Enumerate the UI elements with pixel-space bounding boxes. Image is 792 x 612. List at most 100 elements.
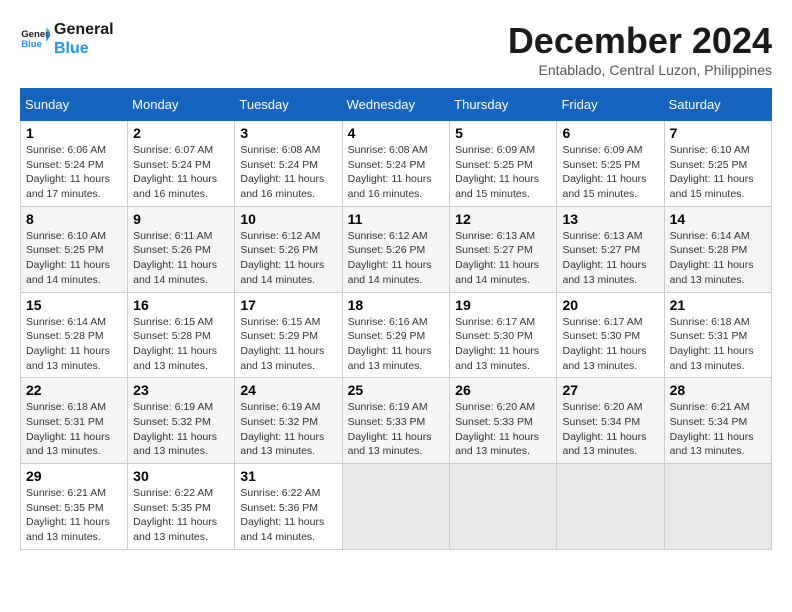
weekday-header-friday: Friday bbox=[557, 89, 664, 121]
day-number: 18 bbox=[348, 297, 445, 313]
day-info: Sunrise: 6:08 AMSunset: 5:24 PMDaylight:… bbox=[348, 143, 445, 202]
calendar-cell: 18 Sunrise: 6:16 AMSunset: 5:29 PMDayligh… bbox=[342, 292, 450, 378]
day-number: 12 bbox=[455, 211, 551, 227]
day-number: 16 bbox=[133, 297, 229, 313]
calendar-cell: 13 Sunrise: 6:13 AMSunset: 5:27 PMDayligh… bbox=[557, 206, 664, 292]
calendar-cell: 9Sunrise: 6:11 AMSunset: 5:26 PMDaylight… bbox=[128, 206, 235, 292]
day-number: 27 bbox=[562, 382, 658, 398]
day-number: 24 bbox=[240, 382, 336, 398]
day-info: Sunrise: 6:19 AMSunset: 5:32 PMDaylight:… bbox=[240, 400, 336, 459]
day-info: Sunrise: 6:06 AMSunset: 5:24 PMDaylight:… bbox=[26, 143, 122, 202]
day-number: 7 bbox=[670, 125, 766, 141]
page-header: General Blue General Blue December 2024 … bbox=[20, 20, 772, 78]
day-info: Sunrise: 6:18 AMSunset: 5:31 PMDaylight:… bbox=[26, 400, 122, 459]
weekday-header-monday: Monday bbox=[128, 89, 235, 121]
calendar-cell: 5 Sunrise: 6:09 AMSunset: 5:25 PMDaylight… bbox=[450, 121, 557, 207]
calendar-cell: 12Sunrise: 6:13 AMSunset: 5:27 PMDayligh… bbox=[450, 206, 557, 292]
calendar-cell: 1 Sunrise: 6:06 AMSunset: 5:24 PMDaylight… bbox=[21, 121, 128, 207]
calendar-cell: 19 Sunrise: 6:17 AMSunset: 5:30 PMDayligh… bbox=[450, 292, 557, 378]
day-number: 1 bbox=[26, 125, 122, 141]
day-info: Sunrise: 6:14 AMSunset: 5:28 PMDaylight:… bbox=[26, 315, 122, 374]
day-number: 13 bbox=[562, 211, 658, 227]
calendar-cell bbox=[664, 464, 771, 550]
day-info: Sunrise: 6:10 AMSunset: 5:25 PMDaylight:… bbox=[670, 143, 766, 202]
day-number: 29 bbox=[26, 468, 122, 484]
day-number: 30 bbox=[133, 468, 229, 484]
day-number: 10 bbox=[240, 211, 336, 227]
calendar-cell: 16Sunrise: 6:15 AMSunset: 5:28 PMDayligh… bbox=[128, 292, 235, 378]
calendar-table: SundayMondayTuesdayWednesdayThursdayFrid… bbox=[20, 88, 772, 550]
day-info: Sunrise: 6:21 AMSunset: 5:34 PMDaylight:… bbox=[670, 400, 766, 459]
calendar-cell: 11 Sunrise: 6:12 AMSunset: 5:26 PMDayligh… bbox=[342, 206, 450, 292]
calendar-week-3: 15 Sunrise: 6:14 AMSunset: 5:28 PMDayligh… bbox=[21, 292, 772, 378]
day-info: Sunrise: 6:08 AMSunset: 5:24 PMDaylight:… bbox=[240, 143, 336, 202]
day-info: Sunrise: 6:10 AMSunset: 5:25 PMDaylight:… bbox=[26, 229, 122, 288]
location-title: Entablado, Central Luzon, Philippines bbox=[508, 62, 772, 78]
calendar-cell: 17 Sunrise: 6:15 AMSunset: 5:29 PMDayligh… bbox=[235, 292, 342, 378]
calendar-cell: 2Sunrise: 6:07 AMSunset: 5:24 PMDaylight… bbox=[128, 121, 235, 207]
calendar-cell bbox=[557, 464, 664, 550]
weekday-header-saturday: Saturday bbox=[664, 89, 771, 121]
weekday-header-tuesday: Tuesday bbox=[235, 89, 342, 121]
weekday-header-wednesday: Wednesday bbox=[342, 89, 450, 121]
logo-line1: General bbox=[54, 20, 114, 39]
day-info: Sunrise: 6:12 AMSunset: 5:26 PMDaylight:… bbox=[348, 229, 445, 288]
day-info: Sunrise: 6:20 AMSunset: 5:33 PMDaylight:… bbox=[455, 400, 551, 459]
day-info: Sunrise: 6:22 AMSunset: 5:36 PMDaylight:… bbox=[240, 486, 336, 545]
calendar-cell bbox=[342, 464, 450, 550]
day-info: Sunrise: 6:20 AMSunset: 5:34 PMDaylight:… bbox=[562, 400, 658, 459]
month-title: December 2024 bbox=[508, 20, 772, 62]
day-info: Sunrise: 6:12 AMSunset: 5:26 PMDaylight:… bbox=[240, 229, 336, 288]
weekday-header-row: SundayMondayTuesdayWednesdayThursdayFrid… bbox=[21, 89, 772, 121]
day-number: 17 bbox=[240, 297, 336, 313]
title-area: December 2024 Entablado, Central Luzon, … bbox=[508, 20, 772, 78]
day-info: Sunrise: 6:09 AMSunset: 5:25 PMDaylight:… bbox=[562, 143, 658, 202]
day-info: Sunrise: 6:15 AMSunset: 5:29 PMDaylight:… bbox=[240, 315, 336, 374]
day-info: Sunrise: 6:22 AMSunset: 5:35 PMDaylight:… bbox=[133, 486, 229, 545]
day-number: 26 bbox=[455, 382, 551, 398]
day-info: Sunrise: 6:13 AMSunset: 5:27 PMDaylight:… bbox=[562, 229, 658, 288]
calendar-cell: 24 Sunrise: 6:19 AMSunset: 5:32 PMDayligh… bbox=[235, 378, 342, 464]
calendar-cell: 7 Sunrise: 6:10 AMSunset: 5:25 PMDaylight… bbox=[664, 121, 771, 207]
calendar-cell: 15 Sunrise: 6:14 AMSunset: 5:28 PMDayligh… bbox=[21, 292, 128, 378]
day-info: Sunrise: 6:09 AMSunset: 5:25 PMDaylight:… bbox=[455, 143, 551, 202]
calendar-cell: 10 Sunrise: 6:12 AMSunset: 5:26 PMDayligh… bbox=[235, 206, 342, 292]
day-number: 8 bbox=[26, 211, 122, 227]
day-number: 5 bbox=[455, 125, 551, 141]
day-number: 21 bbox=[670, 297, 766, 313]
day-number: 15 bbox=[26, 297, 122, 313]
calendar-cell: 29 Sunrise: 6:21 AMSunset: 5:35 PMDayligh… bbox=[21, 464, 128, 550]
logo-icon: General Blue bbox=[20, 24, 50, 54]
weekday-header-thursday: Thursday bbox=[450, 89, 557, 121]
calendar-cell: 30 Sunrise: 6:22 AMSunset: 5:35 PMDayligh… bbox=[128, 464, 235, 550]
day-number: 22 bbox=[26, 382, 122, 398]
day-info: Sunrise: 6:21 AMSunset: 5:35 PMDaylight:… bbox=[26, 486, 122, 545]
calendar-cell: 22 Sunrise: 6:18 AMSunset: 5:31 PMDayligh… bbox=[21, 378, 128, 464]
calendar-cell: 21 Sunrise: 6:18 AMSunset: 5:31 PMDayligh… bbox=[664, 292, 771, 378]
calendar-cell: 27 Sunrise: 6:20 AMSunset: 5:34 PMDayligh… bbox=[557, 378, 664, 464]
day-info: Sunrise: 6:16 AMSunset: 5:29 PMDaylight:… bbox=[348, 315, 445, 374]
calendar-cell: 4Sunrise: 6:08 AMSunset: 5:24 PMDaylight… bbox=[342, 121, 450, 207]
calendar-cell: 8 Sunrise: 6:10 AMSunset: 5:25 PMDaylight… bbox=[21, 206, 128, 292]
day-number: 19 bbox=[455, 297, 551, 313]
day-number: 28 bbox=[670, 382, 766, 398]
day-number: 14 bbox=[670, 211, 766, 227]
calendar-cell bbox=[450, 464, 557, 550]
calendar-week-2: 8 Sunrise: 6:10 AMSunset: 5:25 PMDaylight… bbox=[21, 206, 772, 292]
calendar-week-5: 29 Sunrise: 6:21 AMSunset: 5:35 PMDayligh… bbox=[21, 464, 772, 550]
day-number: 20 bbox=[562, 297, 658, 313]
day-number: 31 bbox=[240, 468, 336, 484]
calendar-cell: 26 Sunrise: 6:20 AMSunset: 5:33 PMDayligh… bbox=[450, 378, 557, 464]
day-info: Sunrise: 6:17 AMSunset: 5:30 PMDaylight:… bbox=[455, 315, 551, 374]
calendar-cell: 25Sunrise: 6:19 AMSunset: 5:33 PMDayligh… bbox=[342, 378, 450, 464]
day-number: 6 bbox=[562, 125, 658, 141]
day-info: Sunrise: 6:19 AMSunset: 5:33 PMDaylight:… bbox=[348, 400, 445, 459]
calendar-cell: 31 Sunrise: 6:22 AMSunset: 5:36 PMDayligh… bbox=[235, 464, 342, 550]
svg-text:Blue: Blue bbox=[21, 39, 42, 50]
day-info: Sunrise: 6:18 AMSunset: 5:31 PMDaylight:… bbox=[670, 315, 766, 374]
calendar-cell: 20 Sunrise: 6:17 AMSunset: 5:30 PMDayligh… bbox=[557, 292, 664, 378]
day-info: Sunrise: 6:07 AMSunset: 5:24 PMDaylight:… bbox=[133, 143, 229, 202]
day-number: 11 bbox=[348, 211, 445, 227]
calendar-cell: 3Sunrise: 6:08 AMSunset: 5:24 PMDaylight… bbox=[235, 121, 342, 207]
day-info: Sunrise: 6:17 AMSunset: 5:30 PMDaylight:… bbox=[562, 315, 658, 374]
